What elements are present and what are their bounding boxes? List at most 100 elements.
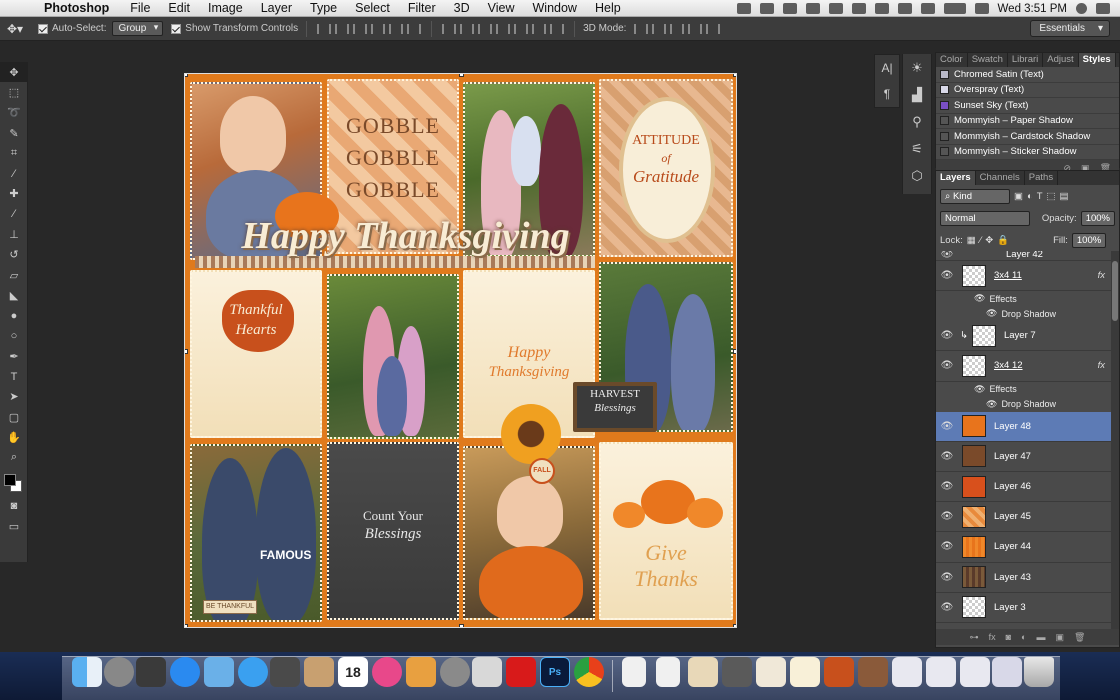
- preview-icon[interactable]: [472, 657, 502, 687]
- photos-icon[interactable]: [406, 657, 436, 687]
- auto-align-icon[interactable]: [550, 23, 565, 34]
- filter-shape-icon[interactable]: ⬚: [1047, 191, 1056, 202]
- layer-row[interactable]: 👁 3x4 12 fx: [936, 351, 1119, 382]
- history-brush-icon[interactable]: ↺: [0, 245, 28, 265]
- effects-row[interactable]: 👁 Effects: [936, 291, 1119, 306]
- align-left-icon[interactable]: [371, 23, 386, 34]
- creative-cloud-app-icon[interactable]: [506, 657, 536, 687]
- layer-row[interactable]: 👁 Layer 47: [936, 442, 1119, 472]
- new-adjustment-icon[interactable]: ◐: [1021, 632, 1026, 642]
- effects-row[interactable]: 👁 Effects: [936, 382, 1119, 397]
- 3d-pan-icon[interactable]: [670, 23, 685, 34]
- menu-3d[interactable]: 3D: [454, 1, 470, 15]
- filter-kind-dropdown[interactable]: ⌕ Kind: [940, 188, 1010, 204]
- dashboard-icon[interactable]: [136, 657, 166, 687]
- layer-row[interactable]: 👁 ↳ Layer 7: [936, 321, 1119, 352]
- evernote-icon[interactable]: [782, 3, 797, 14]
- menu-layer[interactable]: Layer: [261, 1, 292, 15]
- tab-layers[interactable]: Layers: [936, 171, 976, 185]
- itunes-icon[interactable]: [372, 657, 402, 687]
- filter-adjustment-icon[interactable]: ◐: [1027, 191, 1033, 202]
- image-file-icon[interactable]: [824, 657, 854, 687]
- delete-layer-icon[interactable]: 🗑: [1074, 632, 1085, 643]
- style-item[interactable]: Sunset Sky (Text): [936, 98, 1119, 114]
- creative-cloud-icon[interactable]: [759, 3, 774, 14]
- workspace-switcher[interactable]: Essentials: [1030, 20, 1110, 37]
- hand-tool-icon[interactable]: ✋: [0, 427, 28, 447]
- blur-tool-icon[interactable]: ●: [0, 306, 28, 326]
- screen-mode-icon[interactable]: ▭: [0, 516, 28, 536]
- lock-transparent-icon[interactable]: ▦: [967, 235, 976, 246]
- tab-paths[interactable]: Paths: [1025, 171, 1059, 185]
- flag-icon[interactable]: [974, 3, 989, 14]
- visibility-eye-icon[interactable]: 👁: [936, 511, 958, 522]
- hangouts-icon[interactable]: [828, 3, 843, 14]
- pen-tool-icon[interactable]: ✒: [0, 346, 28, 366]
- finder-icon[interactable]: [72, 657, 102, 687]
- effect-eye-icon[interactable]: 👁: [986, 399, 997, 410]
- layer-row[interactable]: 👁 Layer 42: [936, 251, 1119, 261]
- visibility-eye-icon[interactable]: 👁: [936, 421, 958, 432]
- blend-mode-dropdown[interactable]: Normal: [940, 210, 1030, 226]
- eyedropper-tool-icon[interactable]: ⁄: [0, 163, 28, 183]
- menu-filter[interactable]: Filter: [408, 1, 436, 15]
- stack-icon[interactable]: [926, 657, 956, 687]
- visibility-eye-icon[interactable]: 👁: [936, 602, 958, 613]
- 3d-rotate-icon[interactable]: [634, 23, 649, 34]
- type-tool-icon[interactable]: T: [0, 366, 28, 386]
- visibility-eye-icon[interactable]: 👁: [936, 360, 958, 371]
- layer-row[interactable]: 👁 Layer 43: [936, 563, 1119, 593]
- healing-brush-icon[interactable]: ✚: [0, 184, 28, 204]
- menu-help[interactable]: Help: [595, 1, 621, 15]
- menu-edit[interactable]: Edit: [168, 1, 190, 15]
- menu-window[interactable]: Window: [533, 1, 577, 15]
- style-item[interactable]: Chromed Satin (Text): [936, 67, 1119, 83]
- 3d-scale-icon[interactable]: [706, 23, 721, 34]
- lock-brush-icon[interactable]: ⁄: [980, 235, 982, 246]
- crop-tool-icon[interactable]: ⌗: [0, 143, 28, 163]
- document-canvas[interactable]: GOBBLE GOBBLE GOBBLE ATTITUDE of Gratitu…: [184, 73, 737, 628]
- visibility-eye-icon[interactable]: 👁: [936, 541, 958, 552]
- tab-swatches[interactable]: Swatch: [968, 53, 1008, 67]
- filter-pixel-icon[interactable]: ▣: [1014, 191, 1023, 202]
- filter-type-icon[interactable]: T: [1037, 191, 1043, 202]
- trash-icon[interactable]: [1024, 657, 1054, 687]
- tab-libraries[interactable]: Librari: [1008, 53, 1044, 67]
- layer-row[interactable]: 👁 Layer 45: [936, 502, 1119, 533]
- launchpad-icon[interactable]: [104, 657, 134, 687]
- stamp-tool-icon[interactable]: ⊥: [0, 224, 28, 244]
- 3d-slide-icon[interactable]: [688, 23, 703, 34]
- fx-icon[interactable]: fx: [1098, 360, 1105, 371]
- character-panel-icon[interactable]: A|: [875, 55, 899, 81]
- transform-handle-tc[interactable]: [459, 74, 464, 77]
- visibility-eye-icon[interactable]: 👁: [936, 481, 958, 492]
- drop-shadow-row[interactable]: 👁 Drop Shadow: [936, 306, 1119, 321]
- distribute-top-icon[interactable]: [442, 23, 457, 34]
- transform-handle-tr[interactable]: [733, 74, 736, 77]
- add-mask-icon[interactable]: ◙: [1006, 632, 1011, 642]
- lock-position-icon[interactable]: ✥: [985, 235, 993, 246]
- contacts-icon[interactable]: [304, 657, 334, 687]
- image-file-icon[interactable]: [756, 657, 786, 687]
- brush-tool-icon[interactable]: ⁄: [0, 204, 28, 224]
- properties-icon[interactable]: ☀: [903, 54, 931, 81]
- notification-center-icon[interactable]: [1096, 3, 1110, 14]
- tab-adjustments[interactable]: Adjust: [1043, 53, 1079, 67]
- document-icon[interactable]: [622, 657, 646, 687]
- system-preferences-icon[interactable]: [440, 657, 470, 687]
- transform-handle-mr[interactable]: [733, 349, 736, 354]
- effect-eye-icon[interactable]: 👁: [986, 308, 997, 319]
- menu-select[interactable]: Select: [355, 1, 390, 15]
- effect-eye-icon[interactable]: 👁: [974, 384, 985, 395]
- document-icon[interactable]: [656, 657, 680, 687]
- image-file-icon[interactable]: [688, 657, 718, 687]
- clock[interactable]: Wed 3:51 PM: [998, 3, 1067, 15]
- bluetooth-icon[interactable]: [874, 3, 889, 14]
- visibility-eye-icon[interactable]: 👁: [936, 270, 958, 281]
- show-transform-checkbox[interactable]: [171, 23, 182, 34]
- link-layers-icon[interactable]: ⊶: [970, 632, 979, 643]
- menu-app-name[interactable]: Photoshop: [44, 1, 109, 15]
- menu-type[interactable]: Type: [310, 1, 337, 15]
- move-tool-icon[interactable]: ✥: [0, 62, 28, 83]
- shape-tool-icon[interactable]: ▢: [0, 407, 28, 427]
